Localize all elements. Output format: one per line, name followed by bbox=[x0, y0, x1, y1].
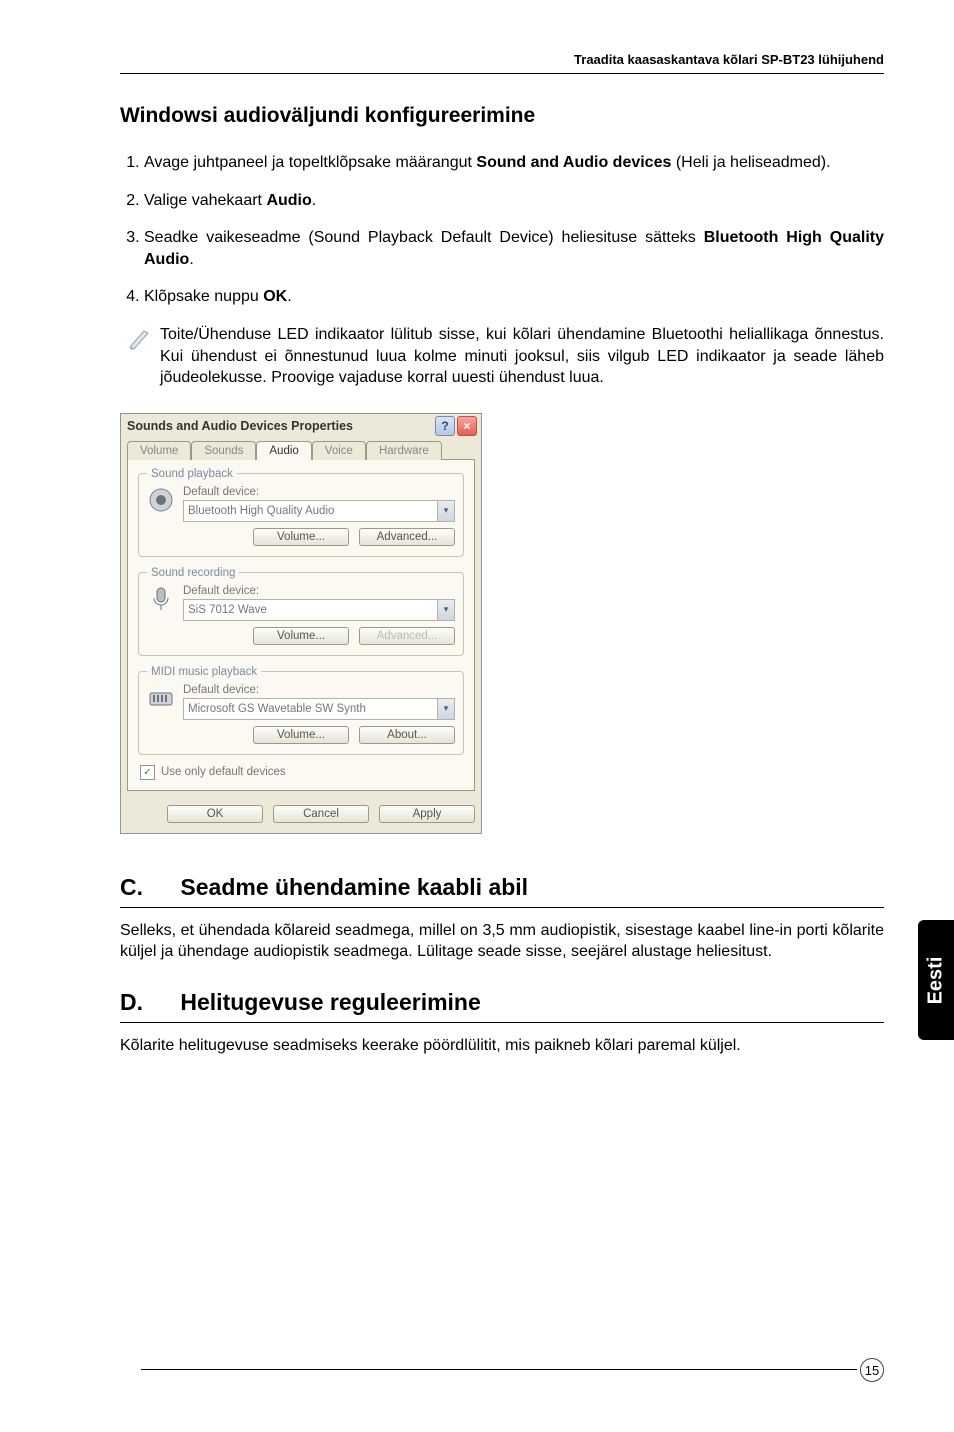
recording-legend: Sound recording bbox=[147, 567, 239, 579]
section-d-title: Helitugevuse reguleerimine bbox=[180, 989, 480, 1015]
language-side-tab: Eesti bbox=[918, 920, 954, 1040]
chevron-down-icon[interactable]: ▾ bbox=[437, 501, 454, 521]
tab-volume[interactable]: Volume bbox=[127, 441, 191, 460]
recording-volume-button[interactable]: Volume... bbox=[253, 627, 349, 645]
playback-advanced-button[interactable]: Advanced... bbox=[359, 528, 455, 546]
midi-playback-group: MIDI music playback D bbox=[138, 666, 464, 755]
cancel-button[interactable]: Cancel bbox=[273, 805, 369, 823]
tab-sounds[interactable]: Sounds bbox=[191, 441, 256, 460]
midi-device-combo[interactable]: ▾ bbox=[183, 698, 455, 720]
step-1-post: (Heli ja heliseadmed). bbox=[671, 154, 830, 171]
recording-label: Default device: bbox=[183, 585, 455, 597]
step-4-post: . bbox=[287, 288, 291, 305]
step-1-pre: Avage juhtpaneel ja topeltklõpsake määra… bbox=[144, 154, 476, 171]
chevron-down-icon[interactable]: ▾ bbox=[437, 699, 454, 719]
recording-device-combo[interactable]: ▾ bbox=[183, 599, 455, 621]
chevron-down-icon[interactable]: ▾ bbox=[437, 600, 454, 620]
speaker-icon bbox=[147, 486, 175, 514]
running-header: Traadita kaasaskantava kõlari SP-BT23 lü… bbox=[120, 52, 884, 74]
section-c-title: Seadme ühendamine kaabli abil bbox=[180, 874, 528, 900]
step-4-bold: OK bbox=[263, 288, 287, 305]
ok-button[interactable]: OK bbox=[167, 805, 263, 823]
tab-audio[interactable]: Audio bbox=[256, 441, 311, 460]
playback-volume-button[interactable]: Volume... bbox=[253, 528, 349, 546]
sound-playback-group: Sound playback Default device: bbox=[138, 468, 464, 557]
section-d-letter: D. bbox=[120, 989, 174, 1016]
step-2: Valige vahekaart Audio. bbox=[144, 190, 884, 212]
section-c-body: Selleks, et ühendada kõlareid seadmega, … bbox=[120, 920, 884, 963]
midi-legend: MIDI music playback bbox=[147, 666, 261, 678]
sound-recording-group: Sound recording Default device: bbox=[138, 567, 464, 656]
microphone-icon bbox=[147, 585, 175, 613]
midi-device-value[interactable] bbox=[184, 699, 437, 719]
close-button[interactable]: × bbox=[457, 416, 477, 436]
dialog-title: Sounds and Audio Devices Properties bbox=[127, 419, 353, 433]
playback-device-combo[interactable]: ▾ bbox=[183, 500, 455, 522]
midi-label: Default device: bbox=[183, 684, 455, 696]
playback-label: Default device: bbox=[183, 486, 455, 498]
section-c-letter: C. bbox=[120, 874, 174, 901]
step-3-post: . bbox=[189, 251, 193, 268]
midi-icon bbox=[147, 684, 175, 712]
page-number: 15 bbox=[860, 1358, 884, 1382]
note-text: Toite/Ühenduse LED indikaator lülitub si… bbox=[160, 324, 884, 389]
section-a-title: Windowsi audioväljundi konfigureerimine bbox=[120, 104, 884, 128]
help-button[interactable]: ? bbox=[435, 416, 455, 436]
section-d-heading: D. Helitugevuse reguleerimine bbox=[120, 989, 884, 1023]
dialog-tabs: Volume Sounds Audio Voice Hardware bbox=[121, 438, 481, 459]
recording-advanced-button[interactable]: Advanced... bbox=[359, 627, 455, 645]
step-4-pre: Klõpsake nuppu bbox=[144, 288, 263, 305]
step-1-bold: Sound and Audio devices bbox=[476, 154, 671, 171]
step-1: Avage juhtpaneel ja topeltklõpsake määra… bbox=[144, 152, 884, 174]
steps-list: Avage juhtpaneel ja topeltklõpsake määra… bbox=[120, 152, 884, 308]
step-2-bold: Audio bbox=[266, 192, 311, 209]
apply-button[interactable]: Apply bbox=[379, 805, 475, 823]
note-icon bbox=[120, 324, 160, 354]
use-default-checkbox[interactable]: ✓ bbox=[140, 765, 155, 780]
playback-legend: Sound playback bbox=[147, 468, 237, 480]
playback-device-value[interactable] bbox=[184, 501, 437, 521]
step-2-post: . bbox=[312, 192, 316, 209]
recording-device-value[interactable] bbox=[184, 600, 437, 620]
tab-hardware[interactable]: Hardware bbox=[366, 441, 442, 460]
audio-properties-dialog: Sounds and Audio Devices Properties ? × … bbox=[120, 413, 482, 834]
language-label: Eesti bbox=[925, 956, 948, 1004]
section-d-body: Kõlarite helitugevuse seadmiseks keerake… bbox=[120, 1035, 884, 1057]
step-2-pre: Valige vahekaart bbox=[144, 192, 266, 209]
step-3: Seadke vaikeseadme (Sound Playback Defau… bbox=[144, 227, 884, 270]
tab-voice[interactable]: Voice bbox=[312, 441, 366, 460]
step-4: Klõpsake nuppu OK. bbox=[144, 286, 884, 308]
section-c-heading: C. Seadme ühendamine kaabli abil bbox=[120, 874, 884, 908]
midi-volume-button[interactable]: Volume... bbox=[253, 726, 349, 744]
step-3-pre: Seadke vaikeseadme (Sound Playback Defau… bbox=[144, 229, 704, 246]
midi-about-button[interactable]: About... bbox=[359, 726, 455, 744]
use-default-label: Use only default devices bbox=[161, 766, 286, 778]
